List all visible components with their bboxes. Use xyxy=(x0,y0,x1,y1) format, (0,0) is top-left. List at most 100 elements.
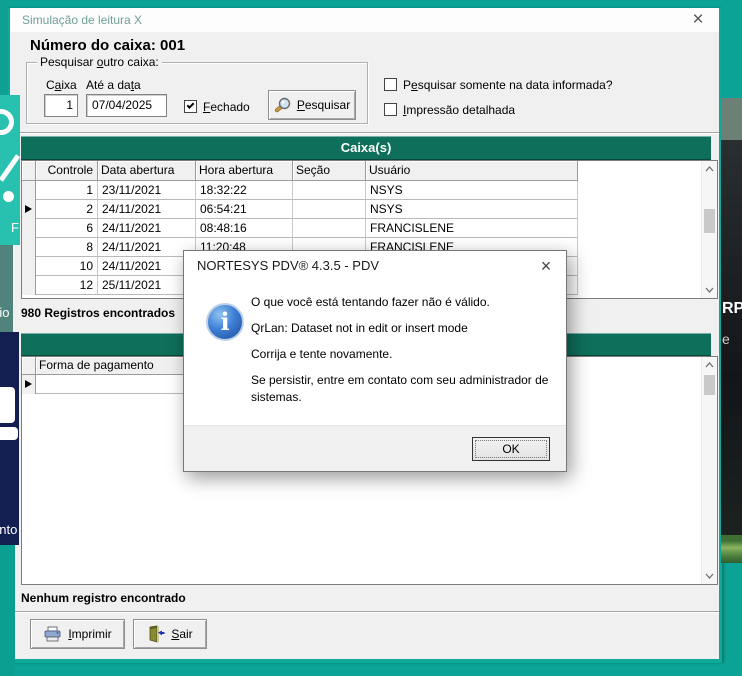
dialog-message-line: Corrija e tente novamente. xyxy=(251,347,559,362)
dialog-message: O que você está tentando fazer não é vál… xyxy=(251,295,559,416)
active-row-arrow-icon xyxy=(25,205,32,213)
dialog-close-icon[interactable]: × xyxy=(534,254,558,278)
dialog-footer: OK xyxy=(184,425,566,471)
caixa-input[interactable]: 1 xyxy=(44,94,78,117)
column-header[interactable]: Hora abertura xyxy=(196,161,293,181)
background-right-green-stripes xyxy=(721,535,742,563)
background-text: ento xyxy=(0,522,17,537)
table-cell[interactable]: 1 xyxy=(36,181,98,200)
column-header[interactable]: Forma de pagamento xyxy=(36,357,191,375)
row-indicator xyxy=(22,219,36,238)
ok-button-label: OK xyxy=(475,440,547,458)
table-cell[interactable]: NSYS xyxy=(366,200,578,219)
dialog-message-line: Se persistir, entre em contato com seu a… xyxy=(251,373,559,388)
window-title-bar: Simulação de leitura X × xyxy=(10,8,719,32)
section-divider xyxy=(10,132,719,134)
only-date-label[interactable]: Pesquisar somente na data informada? xyxy=(403,78,613,92)
printer-icon xyxy=(43,626,62,642)
background-left-cart-panel: F xyxy=(0,95,20,245)
table-cell[interactable] xyxy=(293,181,366,200)
background-text: rio xyxy=(0,305,9,320)
table-cell[interactable]: 23/11/2021 xyxy=(98,181,196,200)
background-left-top xyxy=(0,0,8,95)
table-row[interactable]: 123/11/202118:32:22 NSYS xyxy=(22,181,717,200)
page-title: Número do caixa: 001 xyxy=(30,37,185,54)
caixas-section-header: Caixa(s) xyxy=(21,136,711,160)
background-right-top xyxy=(721,0,742,98)
ok-button[interactable]: OK xyxy=(472,437,550,461)
column-header[interactable]: Controle xyxy=(36,161,98,181)
payments-scrollbar[interactable] xyxy=(701,357,717,584)
table-cell[interactable]: 2 xyxy=(36,200,98,219)
table-cell[interactable]: 08:48:16 xyxy=(196,219,293,238)
detailed-print-checkbox[interactable] xyxy=(384,103,397,116)
imprimir-button[interactable]: Imprimir xyxy=(30,619,125,649)
row-indicator xyxy=(22,276,36,295)
dialog-title: NORTESYS PDV® 4.3.5 - PDV xyxy=(197,258,379,273)
table-cell[interactable] xyxy=(36,375,191,394)
fechado-label[interactable]: Fechado xyxy=(203,100,250,114)
table-cell[interactable] xyxy=(293,219,366,238)
scrollbar-thumb[interactable] xyxy=(704,375,715,395)
dialog-message-line: sistemas. xyxy=(251,390,559,405)
dialog-message-line: O que você está tentando fazer não é vál… xyxy=(251,295,559,310)
background-text: e xyxy=(722,331,730,347)
only-date-checkbox[interactable] xyxy=(384,78,397,91)
scrollbar-thumb[interactable] xyxy=(704,209,715,233)
message-dialog: NORTESYS PDV® 4.3.5 - PDV × i O que você… xyxy=(183,250,567,472)
table-cell[interactable]: 06:54:21 xyxy=(196,200,293,219)
device-icon xyxy=(0,387,15,423)
row-indicator xyxy=(22,257,36,276)
fechado-checkbox[interactable] xyxy=(184,100,197,113)
row-indicator xyxy=(22,238,36,257)
pesquisar-button[interactable]: Pesquisar xyxy=(268,90,356,120)
date-label: Até a data xyxy=(86,78,141,92)
magnifier-icon xyxy=(274,97,291,114)
detailed-print-label[interactable]: Impressão detalhada xyxy=(403,103,515,117)
search-groupbox-label: Pesquisar outro caixa: xyxy=(37,55,162,69)
column-header[interactable]: Seção xyxy=(293,161,366,181)
indicator-header-cell xyxy=(22,357,36,375)
row-indicator xyxy=(22,181,36,200)
row-indicator xyxy=(22,200,36,219)
table-cell[interactable]: 8 xyxy=(36,238,98,257)
scroll-down-icon[interactable] xyxy=(702,568,717,584)
table-cell[interactable]: 6 xyxy=(36,219,98,238)
close-icon[interactable]: × xyxy=(687,9,709,31)
background-text: F xyxy=(11,220,19,235)
scroll-down-icon[interactable] xyxy=(702,282,717,298)
table-row[interactable]: 224/11/202106:54:21 NSYS xyxy=(22,200,717,219)
exit-door-icon xyxy=(147,625,165,643)
background-left-gray-panel: rio xyxy=(0,245,13,332)
caixas-scrollbar[interactable] xyxy=(701,161,717,298)
footer-divider xyxy=(10,611,719,613)
column-header[interactable]: Usuário xyxy=(366,161,578,181)
row-indicator xyxy=(22,375,36,394)
pesquisar-button-label: Pesquisar xyxy=(297,98,350,112)
table-cell[interactable]: 18:32:22 xyxy=(196,181,293,200)
table-cell[interactable]: 12 xyxy=(36,276,98,295)
scroll-up-icon[interactable] xyxy=(702,161,717,177)
table-row[interactable]: 624/11/202108:48:16 FRANCISLENE xyxy=(22,219,717,238)
table-cell[interactable]: 10 xyxy=(36,257,98,276)
scroll-up-icon[interactable] xyxy=(702,357,717,373)
column-header[interactable]: Data abertura xyxy=(98,161,196,181)
indicator-header-cell xyxy=(22,161,36,181)
sair-button[interactable]: Sair xyxy=(133,619,207,649)
table-cell[interactable]: 24/11/2021 xyxy=(98,257,196,276)
caixas-grid-header: Controle Data abertura Hora abertura Seç… xyxy=(22,161,717,181)
caixa-label: Caixa xyxy=(46,78,77,92)
table-cell[interactable]: FRANCISLENE xyxy=(366,219,578,238)
check-icon xyxy=(187,101,195,109)
table-cell[interactable]: 24/11/2021 xyxy=(98,200,196,219)
dialog-title-bar: NORTESYS PDV® 4.3.5 - PDV × xyxy=(184,251,566,281)
table-cell[interactable]: 25/11/2021 xyxy=(98,276,196,295)
table-cell[interactable]: NSYS xyxy=(366,181,578,200)
table-cell[interactable] xyxy=(293,200,366,219)
background-right-gray xyxy=(721,98,742,140)
background-left-navy-panel: ento xyxy=(0,332,19,545)
date-input[interactable]: 07/04/2025 xyxy=(86,94,167,117)
table-cell[interactable]: 24/11/2021 xyxy=(98,238,196,257)
table-cell[interactable]: 24/11/2021 xyxy=(98,219,196,238)
dialog-message-line: QrLan: Dataset not in edit or insert mod… xyxy=(251,321,559,336)
